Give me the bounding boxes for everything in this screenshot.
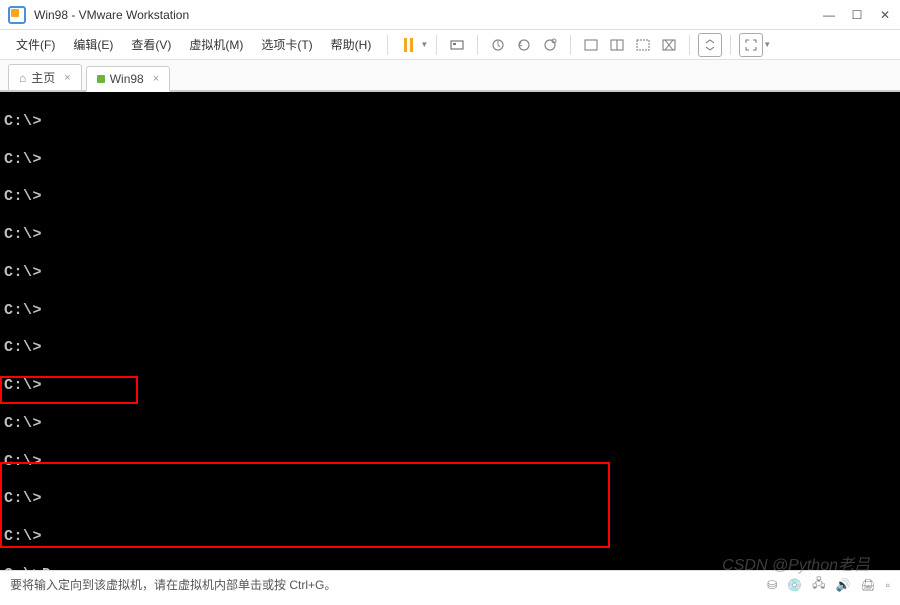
terminal-line: C:\> [4, 113, 896, 132]
close-tab-icon[interactable]: × [153, 73, 159, 85]
tab-home[interactable]: ⌂ 主页 × [8, 64, 82, 90]
highlight-box [0, 376, 138, 404]
vmware-logo-icon [8, 6, 26, 24]
close-tab-icon[interactable]: × [64, 72, 70, 84]
quick-switch-button[interactable] [698, 33, 722, 57]
statusbar: 要将输入定向到该虚拟机，请在虚拟机内部单击或按 Ctrl+G。 ⛁ 💿 🖧 🔊 … [0, 570, 900, 598]
view-unity-button[interactable] [631, 33, 655, 57]
separator [689, 35, 690, 55]
minimize-button[interactable]: — [822, 8, 836, 22]
terminal-line: C:\> [4, 339, 896, 358]
titlebar: Win98 - VMware Workstation — ☐ ✕ [0, 0, 900, 30]
terminal-line: C:\>D: [4, 566, 896, 570]
menu-file[interactable]: 文件(F) [8, 32, 63, 57]
separator [477, 35, 478, 55]
maximize-button[interactable]: ☐ [850, 8, 864, 22]
tab-home-label: 主页 [31, 69, 55, 86]
device-icon[interactable]: 🔊 [836, 578, 851, 592]
separator [570, 35, 571, 55]
view-split-button[interactable] [605, 33, 629, 57]
close-button[interactable]: ✕ [878, 8, 892, 22]
menu-edit[interactable]: 编辑(E) [65, 32, 121, 57]
device-icon[interactable]: ▫ [886, 578, 890, 592]
device-icon[interactable]: 🖧 [812, 574, 825, 595]
tab-win98[interactable]: Win98 × [86, 66, 170, 92]
terminal-line: C:\> [4, 264, 896, 283]
highlight-box [0, 462, 610, 548]
dropdown-chevron-icon[interactable]: ▼ [763, 40, 771, 49]
device-icon[interactable]: 💿 [787, 578, 802, 592]
separator [730, 35, 731, 55]
device-icon[interactable]: 🖨 [861, 578, 876, 592]
dropdown-chevron-icon[interactable]: ▼ [420, 40, 428, 49]
home-icon: ⌂ [19, 71, 26, 85]
menu-view[interactable]: 查看(V) [123, 32, 179, 57]
fullscreen-button[interactable] [739, 33, 763, 57]
terminal-line: C:\> [4, 302, 896, 321]
manage-snapshots-button[interactable] [538, 33, 562, 57]
terminal-line: C:\> [4, 151, 896, 170]
tab-win98-label: Win98 [110, 72, 144, 86]
status-icons: ⛁ 💿 🖧 🔊 🖨 ▫ [767, 574, 890, 595]
menu-vm[interactable]: 虚拟机(M) [181, 32, 251, 57]
view-single-button[interactable] [579, 33, 603, 57]
menu-help[interactable]: 帮助(H) [323, 32, 380, 57]
separator [436, 35, 437, 55]
menu-tabs[interactable]: 选项卡(T) [253, 32, 320, 57]
status-message: 要将输入定向到该虚拟机，请在虚拟机内部单击或按 Ctrl+G。 [10, 576, 336, 593]
terminal-line: C:\> [4, 226, 896, 245]
tabbar: ⌂ 主页 × Win98 × [0, 60, 900, 92]
revert-snapshot-button[interactable] [512, 33, 536, 57]
snapshot-button[interactable] [486, 33, 510, 57]
terminal-line: C:\> [4, 188, 896, 207]
terminal-output[interactable]: C:\> C:\> C:\> C:\> C:\> C:\> C:\> C:\> … [0, 92, 900, 570]
terminal-line: C:\> [4, 415, 896, 434]
device-icon[interactable]: ⛁ [767, 578, 777, 592]
menubar: 文件(F) 编辑(E) 查看(V) 虚拟机(M) 选项卡(T) 帮助(H) ▼ … [0, 30, 900, 60]
window-title: Win98 - VMware Workstation [34, 8, 822, 22]
pause-button[interactable] [396, 33, 420, 57]
separator [387, 35, 388, 55]
view-console-button[interactable] [657, 33, 681, 57]
vm-running-icon [97, 75, 105, 83]
send-ctrl-alt-del-button[interactable] [445, 33, 469, 57]
